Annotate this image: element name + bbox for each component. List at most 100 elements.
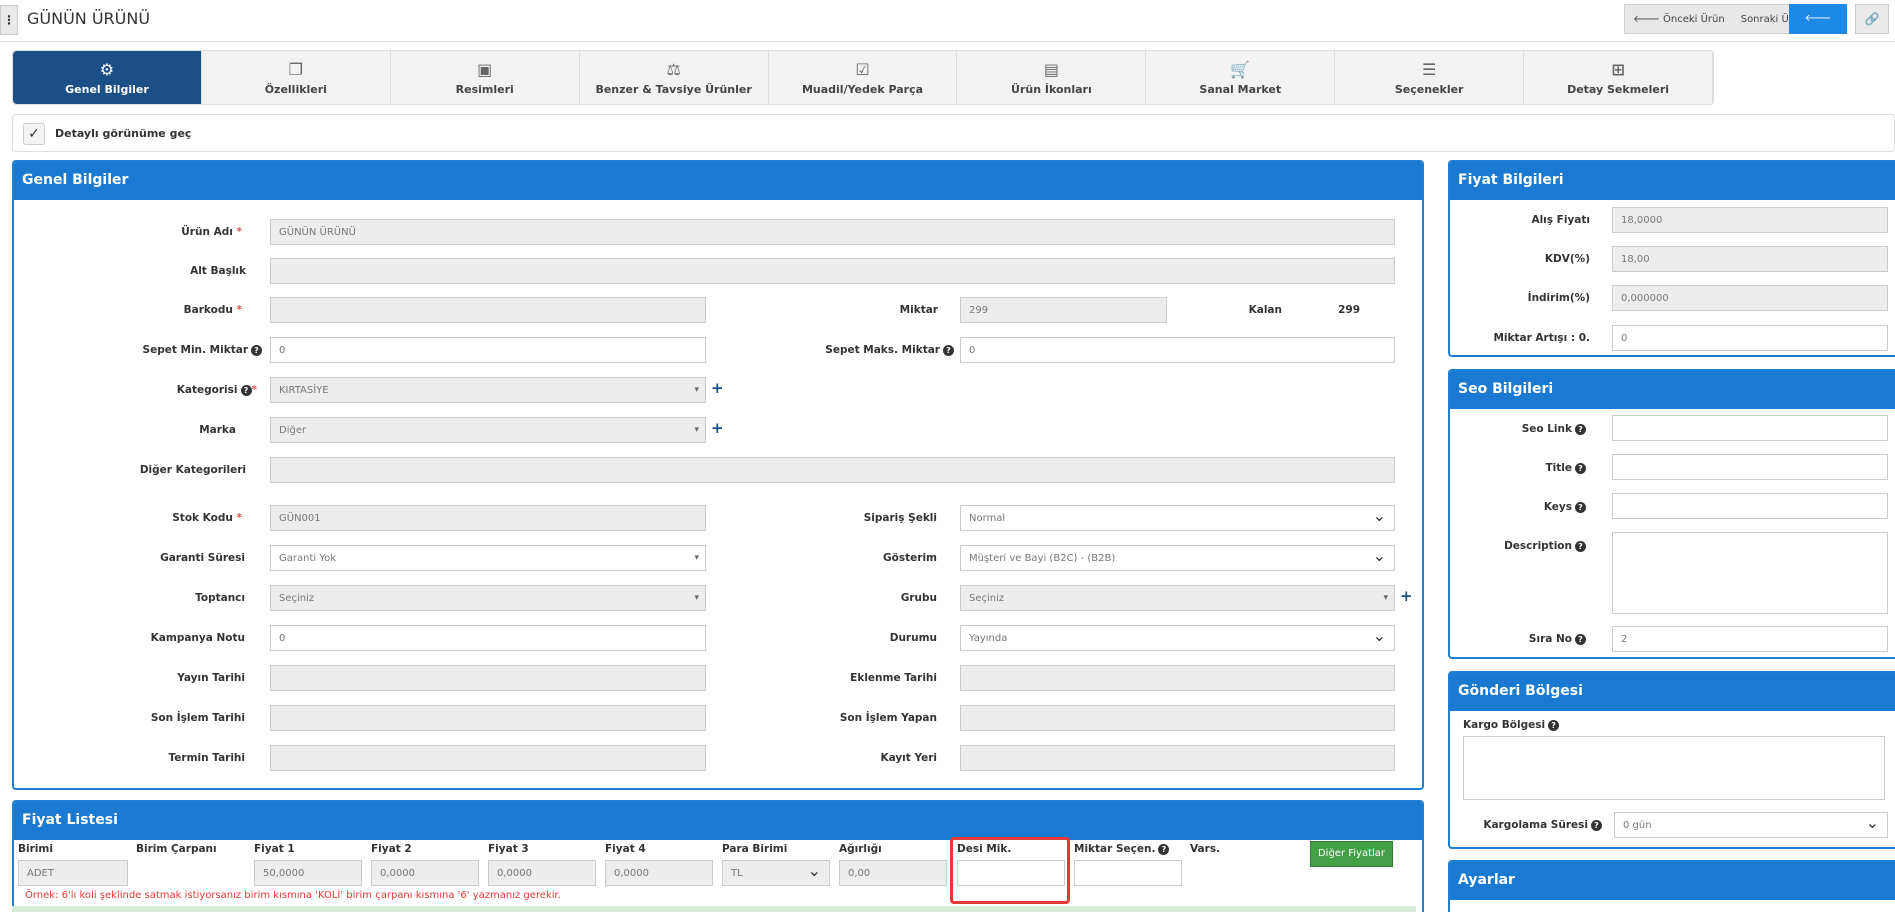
sepet-maks-input[interactable]: 0 [960, 337, 1395, 363]
seo-link-input[interactable] [1612, 415, 1888, 441]
help-icon: ? [943, 344, 954, 356]
birimi-input[interactable]: ADET [18, 860, 128, 886]
kargo-bolgesi-label: Kargo Bölgesi? [1463, 719, 1563, 731]
toptanci-label: Toptancı [195, 592, 245, 604]
tab-ozellikleri[interactable]: ❐ Özellikleri [202, 51, 391, 104]
sepet-maks-label: Sepet Maks. Miktar? [800, 344, 954, 356]
help-icon: ? [1575, 423, 1586, 435]
durumu-select[interactable]: Yayında [960, 625, 1395, 651]
help-icon: ? [1575, 501, 1586, 513]
fiyat-2-input[interactable]: 0,0000 [371, 860, 479, 886]
diger-fiyatlar-button[interactable]: Diğer Fiyatlar [1310, 841, 1393, 867]
garanti-select[interactable]: Garanti Yok [270, 545, 706, 571]
sira-no-input[interactable]: 2 [1612, 626, 1888, 652]
kdv-label: KDV(%) [1544, 253, 1590, 265]
son-islem-yapan-input[interactable] [960, 705, 1395, 731]
tab-label: Resimleri [455, 82, 514, 96]
marka-select[interactable]: Diğer [270, 417, 706, 443]
help-icon: ? [1575, 540, 1586, 552]
kampanya-input[interactable]: 0 [270, 625, 706, 651]
alis-fiyati-input[interactable]: 18,0000 [1612, 207, 1888, 233]
grubu-select[interactable]: Seçiniz [960, 585, 1395, 611]
tab-label: Genel Bilgiler [65, 82, 149, 96]
yayin-tarihi-input[interactable] [270, 665, 706, 691]
list-icon: ☰ [1422, 59, 1437, 79]
son-islem-tarihi-input[interactable] [270, 705, 706, 731]
help-icon: ? [1575, 633, 1586, 645]
siparis-sekli-label: Sipariş Şekli [863, 512, 937, 524]
kategorisi-select[interactable]: KIRTASİYE [270, 377, 706, 403]
seo-keys-input[interactable] [1612, 493, 1888, 519]
help-icon: ? [1548, 719, 1560, 731]
alt-baslik-input[interactable] [270, 258, 1395, 284]
help-icon: ? [251, 344, 262, 356]
fiyat-3-input[interactable]: 0,0000 [488, 860, 596, 886]
miktar-secen-input[interactable] [1074, 860, 1182, 886]
kargolama-suresi-select[interactable]: 0 gün [1614, 812, 1888, 838]
fiyat-4-input[interactable]: 0,0000 [605, 860, 713, 886]
menu-dots-icon[interactable]: ⋮ [0, 5, 18, 35]
tab-secenekler[interactable]: ☰ Seçenekler [1335, 51, 1525, 104]
add-grubu-icon[interactable]: + [1400, 587, 1413, 605]
barkodu-input[interactable] [270, 297, 706, 323]
products-button[interactable]: 🡐 Ürünler [1789, 4, 1847, 54]
help-icon: ? [1158, 843, 1170, 855]
seo-link-label: Seo Link? [1480, 423, 1586, 435]
tab-urun-ikonlari[interactable]: ▤ Ürün İkonları [957, 51, 1147, 104]
miktar-input[interactable]: 299 [960, 297, 1167, 323]
col-fiyat-1: Fiyat 1 [254, 843, 295, 855]
termin-label: Termin Tarihi [168, 752, 245, 764]
gosterim-label: Gösterim [883, 552, 937, 564]
tab-label: Sanal Market [1199, 82, 1282, 96]
tab-label: Muadil/Yedek Parça [801, 82, 924, 96]
col-vars: Vars. [1190, 843, 1221, 855]
urun-adi-input[interactable]: GÜNÜN ÜRÜNÜ [270, 219, 1395, 245]
indirim-input[interactable]: 0,000000 [1612, 285, 1888, 311]
sepet-min-input[interactable]: 0 [270, 337, 706, 363]
link-icon[interactable]: 🔗 [1855, 4, 1889, 34]
barkodu-label: Barkodu * [183, 304, 242, 316]
seo-keys-label: Keys? [1480, 501, 1586, 513]
ayarlar-panel: Ayarlar [1448, 860, 1895, 912]
col-agirlik: Ağırlığı [839, 843, 882, 855]
diger-kategoriler-input[interactable] [270, 457, 1395, 483]
seo-description-textarea[interactable] [1612, 532, 1888, 614]
kdv-input[interactable]: 18,00 [1612, 246, 1888, 272]
col-fiyat-2: Fiyat 2 [371, 843, 412, 855]
kayit-yeri-input[interactable] [960, 745, 1395, 771]
seo-description-label: Description? [1480, 540, 1586, 552]
images-icon: ▣ [477, 59, 493, 79]
termin-input[interactable] [270, 745, 706, 771]
tab-sanal-market[interactable]: 🛒 Sanal Market [1146, 51, 1336, 104]
fiyat-1-input[interactable]: 50,0000 [254, 860, 362, 886]
add-marka-icon[interactable]: + [711, 419, 724, 437]
stok-kodu-label: Stok Kodu * [172, 512, 242, 524]
tab-benzer-tavsiye[interactable]: ⚖ Benzer & Tavsiye Ürünler [580, 51, 769, 104]
previous-product-button[interactable]: 🡐 Önceki Ürün [1625, 13, 1733, 25]
tab-detay-sekmeleri[interactable]: ⊞ Detay Sekmeleri [1524, 51, 1714, 104]
tab-genel-bilgiler[interactable]: ⚙ Genel Bilgiler [13, 51, 202, 104]
agirlik-input[interactable]: 0,00 [839, 860, 947, 886]
para-birimi-select[interactable]: TL [722, 860, 830, 886]
seo-title-label: Title? [1480, 462, 1586, 474]
tab-resimleri[interactable]: ▣ Resimleri [391, 51, 580, 104]
panel-title: Seo Bilgileri [1450, 371, 1895, 409]
copy-icon: ❐ [288, 59, 303, 79]
tab-muadil-yedek[interactable]: ☑ Muadil/Yedek Parça [769, 51, 958, 104]
kargo-bolgesi-box[interactable] [1463, 736, 1885, 800]
eklenme-tarihi-input[interactable] [960, 665, 1395, 691]
miktar-artisi-input[interactable]: 0 [1612, 325, 1888, 351]
add-kategori-icon[interactable]: + [711, 379, 724, 397]
miktar-label: Miktar [899, 304, 938, 316]
sira-no-label: Sıra No? [1480, 633, 1586, 645]
toptanci-select[interactable]: Seçiniz [270, 585, 706, 611]
detail-view-label: Detaylı görünüme geç [55, 127, 192, 140]
tab-label: Seçenekler [1394, 82, 1464, 96]
alis-fiyati-label: Alış Fiyatı [1531, 214, 1590, 226]
son-islem-yapan-label: Son İşlem Yapan [839, 712, 937, 724]
seo-title-input[interactable] [1612, 454, 1888, 480]
stok-kodu-input[interactable]: GÜN001 [270, 505, 706, 531]
gosterim-select[interactable]: Müşteri ve Bayi (B2C) - (B2B) [960, 545, 1395, 571]
siparis-sekli-select[interactable]: Normal [960, 505, 1395, 531]
detail-view-checkbox[interactable]: ✓ [23, 123, 45, 145]
